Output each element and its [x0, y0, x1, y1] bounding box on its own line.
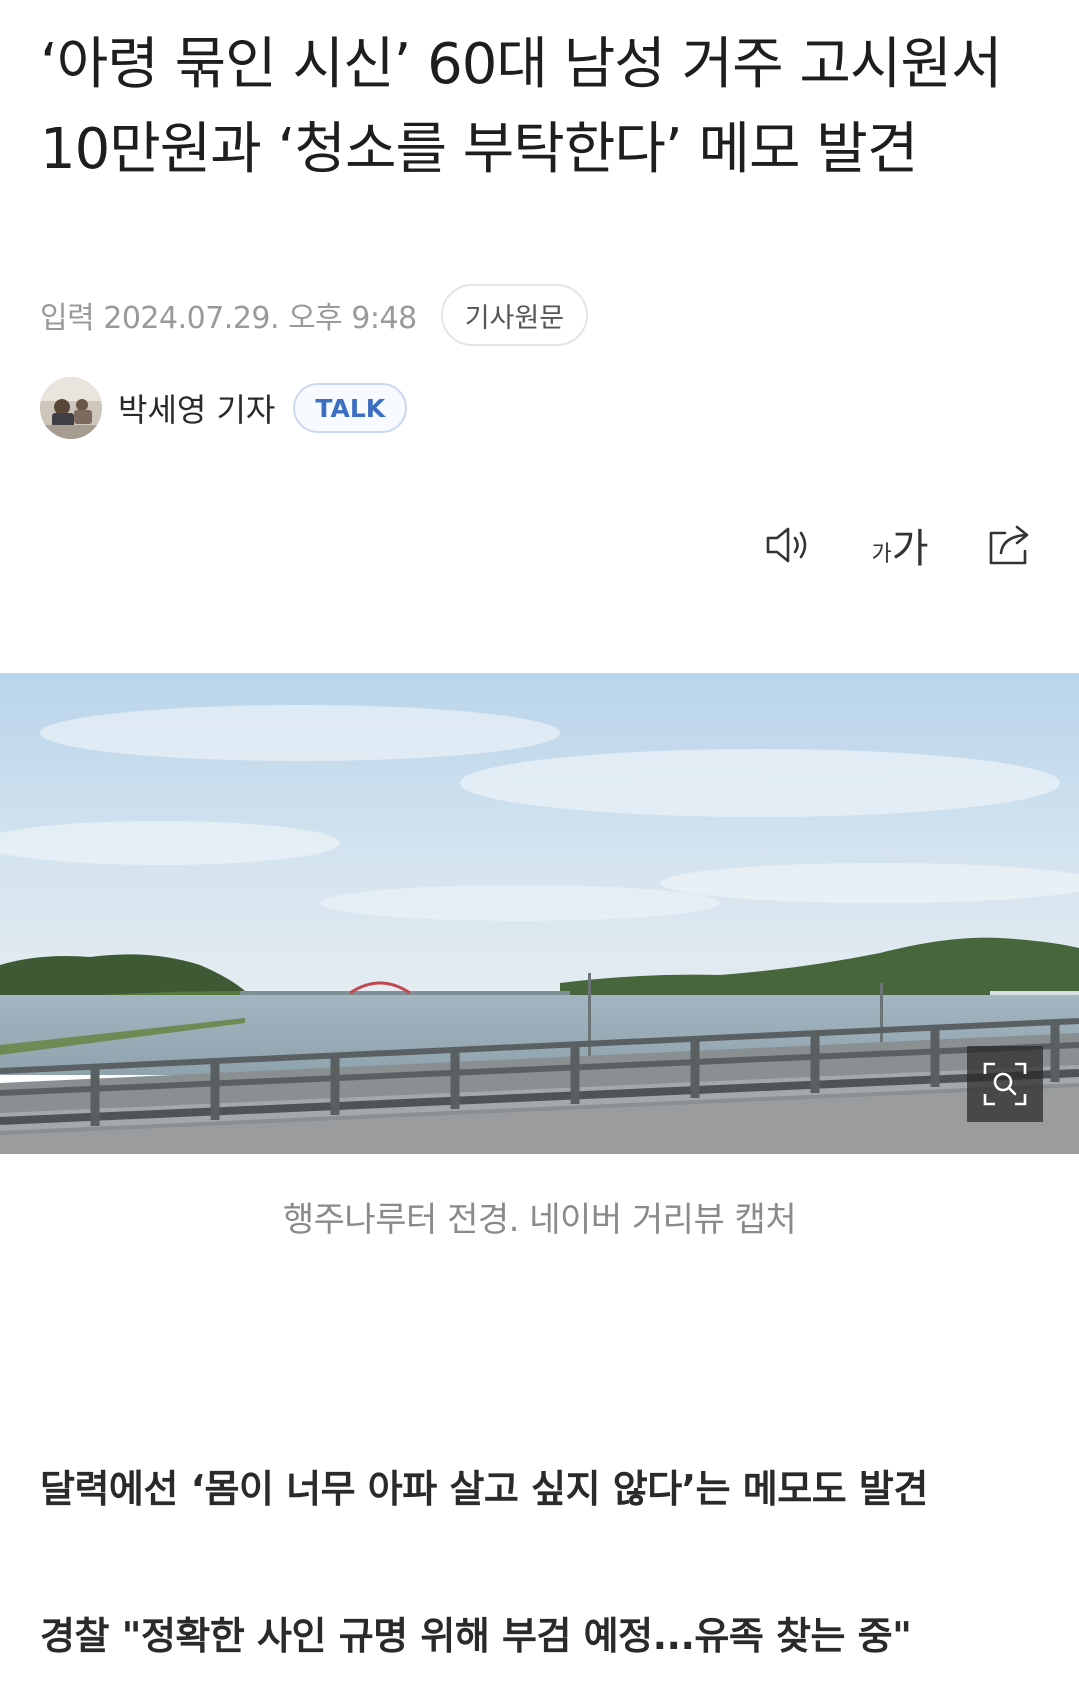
talk-button[interactable]: TALK — [293, 383, 408, 433]
speaker-icon — [766, 527, 807, 563]
original-article-button[interactable]: 기사원문 — [440, 284, 589, 346]
river-landscape-image — [0, 673, 1079, 1154]
share-button[interactable] — [980, 515, 1040, 575]
photo-caption: 행주나루터 전경. 네이버 거리뷰 캡처 — [282, 1200, 797, 1240]
publish-date: 입력 2024.07.29. 오후 9:48 — [40, 301, 417, 336]
article-toolbar: 가 가 — [760, 515, 1040, 575]
avatar-image — [40, 377, 102, 439]
font-size-large-label: 가 — [891, 526, 929, 572]
article-page: ‘아령 묶인 시신’ 60대 남성 거주 고시원서 10만원과 ‘청소를 부탁한… — [0, 0, 1079, 1696]
font-size-small-label: 가 — [871, 542, 892, 567]
image-zoom-button[interactable] — [967, 1046, 1043, 1122]
text-to-speech-button[interactable] — [760, 515, 820, 575]
article-subheading: 달력에선 ‘몸이 너무 아파 살고 싶지 않다’는 메모도 발견 — [40, 1467, 928, 1511]
zoom-icon — [983, 1062, 1027, 1106]
reporter-name[interactable]: 박세영 기자 — [118, 385, 275, 431]
font-size-button[interactable]: 가 가 — [865, 515, 935, 575]
reporter-info: 박세영 기자 TALK — [40, 376, 408, 440]
article-photo[interactable] — [0, 673, 1079, 1154]
article-subheading: 경찰 "정확한 사인 규명 위해 부검 예정...유족 찾는 중" — [40, 1614, 912, 1658]
article-headline: ‘아령 묶인 시신’ 60대 남성 거주 고시원서 10만원과 ‘청소를 부탁한… — [40, 32, 1002, 182]
reporter-avatar[interactable] — [40, 377, 102, 439]
share-icon — [989, 525, 1029, 565]
article-meta: 입력 2024.07.29. 오후 9:48 기사원문 — [40, 284, 589, 346]
